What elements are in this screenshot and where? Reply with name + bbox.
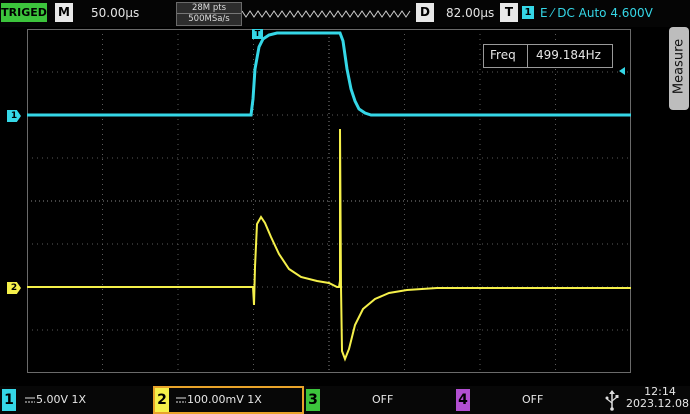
trigger-channel-chip: 1 — [522, 6, 534, 19]
ch2-number: 2 — [155, 388, 169, 412]
trigger-settings[interactable]: E ⁄ DC Auto 4.600V — [540, 4, 653, 22]
ch1-number: 1 — [2, 389, 16, 411]
menu-button[interactable]: M — [55, 3, 73, 22]
ch4-number: 4 — [456, 389, 470, 411]
frequency-value: 499.184Hz — [536, 48, 601, 62]
center-axes — [27, 29, 631, 373]
ch1-offset-marker[interactable]: 1 — [7, 110, 21, 122]
timebase-value[interactable]: 50.00µs — [91, 4, 139, 22]
ch3-value: OFF — [372, 393, 394, 406]
measure-label: Measure — [671, 38, 687, 95]
ch3-button[interactable]: 3 OFF — [306, 387, 450, 413]
frequency-divider — [527, 45, 528, 67]
clock-date: 2023.12.08 — [626, 397, 689, 410]
delay-value[interactable]: 82.00µs — [446, 4, 494, 22]
waveform-overview — [242, 10, 411, 18]
ch2-button[interactable]: 2 100.00mV 1X — [153, 386, 304, 414]
sample-rate: 500MSa/s — [177, 13, 241, 24]
acquisition-info[interactable]: 28M pts 500MSa/s — [176, 2, 242, 26]
frequency-label: Freq — [490, 48, 516, 62]
trigger-level-arrow[interactable] — [619, 67, 625, 75]
memory-depth: 28M pts — [191, 3, 226, 13]
ch4-button[interactable]: 4 OFF — [456, 387, 600, 413]
ch4-value: OFF — [522, 393, 544, 406]
dc-coupling-icon — [176, 397, 186, 403]
ch1-value: 5.00V 1X — [36, 393, 87, 406]
trigger-position-marker[interactable]: T — [252, 29, 263, 39]
ch2-value: 100.00mV 1X — [187, 393, 262, 406]
trigger-status-badge: TRIGED — [1, 3, 47, 22]
measure-tab[interactable]: Measure — [669, 27, 689, 110]
usb-icon — [605, 390, 619, 411]
waveform-display[interactable] — [27, 29, 631, 373]
ch3-number: 3 — [306, 389, 320, 411]
trigger-button[interactable]: T — [500, 3, 518, 22]
clock: 12:14 2023.12.08 — [622, 386, 690, 410]
delay-button[interactable]: D — [416, 3, 434, 22]
ch1-button[interactable]: 1 5.00V 1X — [2, 387, 150, 413]
dc-coupling-icon — [25, 397, 35, 403]
frequency-readout: Freq 499.184Hz — [483, 44, 613, 68]
ch2-offset-marker[interactable]: 2 — [7, 282, 21, 294]
